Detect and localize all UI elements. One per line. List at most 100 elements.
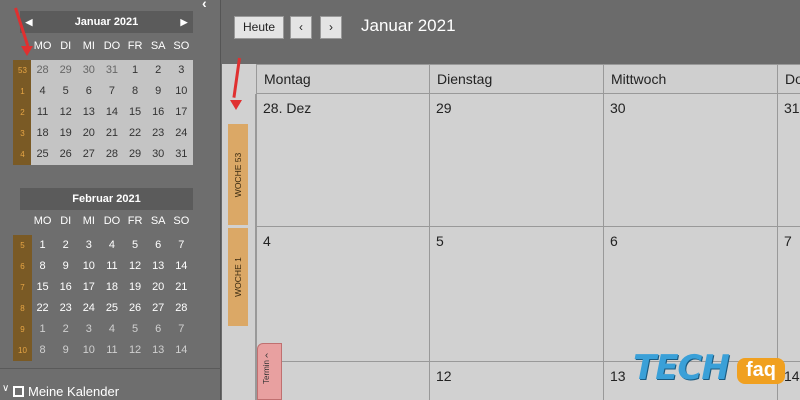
day-cell[interactable]: 29 (429, 94, 603, 227)
day-cell[interactable]: 7 (777, 227, 800, 362)
mini-calendar-day[interactable]: 11 (31, 102, 54, 123)
week-number[interactable]: 9 (13, 319, 32, 340)
mini-calendar-day[interactable]: 2 (147, 60, 170, 81)
mini-calendar-day[interactable]: 31 (100, 60, 123, 81)
mini-calendar-day[interactable]: 18 (100, 277, 123, 298)
mini-calendar-day[interactable]: 7 (100, 81, 123, 102)
mini-calendar-day[interactable]: 11 (100, 340, 123, 361)
mini-calendar-day[interactable]: 22 (124, 123, 147, 144)
today-button[interactable]: Heute (234, 16, 284, 39)
mini-calendar-day[interactable]: 9 (147, 81, 170, 102)
mini-calendar-day[interactable]: 5 (124, 319, 147, 340)
week-number[interactable]: 4 (13, 144, 32, 165)
day-cell[interactable]: 28. Dez (256, 94, 429, 227)
mini-calendar-day[interactable]: 19 (124, 277, 147, 298)
mini-calendar-day[interactable]: 6 (77, 81, 100, 102)
mini-calendar-day[interactable]: 26 (54, 144, 77, 165)
mini-calendar-day[interactable]: 10 (77, 256, 100, 277)
mini-calendar-day[interactable]: 11 (100, 256, 123, 277)
chevron-down-icon[interactable]: ∨ (2, 383, 9, 394)
week-tab[interactable]: WOCHE 1 (228, 228, 248, 326)
mini-calendar-day[interactable]: 30 (147, 144, 170, 165)
mini-calendar-day[interactable]: 8 (31, 256, 54, 277)
mini-calendar-day[interactable]: 3 (77, 235, 100, 256)
mini-calendar-day[interactable]: 16 (54, 277, 77, 298)
mini-calendar-grid-february[interactable]: 1 2 3 4 5 6 7 8 9 10 11 12 13 14 15 16 17 18 19 20 21 22 23 24 2… (31, 235, 193, 361)
mini-calendar-day[interactable]: 21 (100, 123, 123, 144)
day-cell[interactable]: 5 (429, 227, 603, 362)
previous-button[interactable]: ‹ (290, 16, 312, 39)
mini-calendar-day[interactable]: 26 (124, 298, 147, 319)
collapse-pane-icon[interactable]: ‹ (202, 0, 207, 11)
mini-calendar-day[interactable]: 23 (147, 123, 170, 144)
day-cell[interactable]: 30 (603, 94, 777, 227)
next-month-icon[interactable]: ▶ (177, 11, 191, 33)
week-number[interactable]: 7 (13, 277, 32, 298)
week-number[interactable]: 2 (13, 102, 32, 123)
mini-calendar-day[interactable]: 19 (54, 123, 77, 144)
mini-calendar-day[interactable]: 8 (124, 81, 147, 102)
mini-calendar-day[interactable]: 29 (124, 144, 147, 165)
mini-calendar-day[interactable]: 15 (124, 102, 147, 123)
mini-calendar-day[interactable]: 3 (77, 319, 100, 340)
mini-calendar-day[interactable]: 22 (31, 298, 54, 319)
mini-calendar-day[interactable]: 23 (54, 298, 77, 319)
next-button[interactable]: › (320, 16, 342, 39)
mini-calendar-day[interactable]: 17 (77, 277, 100, 298)
mini-calendar-day[interactable]: 6 (147, 235, 170, 256)
mini-calendar-day[interactable]: 29 (54, 60, 77, 81)
mini-calendar-day[interactable]: 20 (77, 123, 100, 144)
mini-calendar-day[interactable]: 31 (170, 144, 193, 165)
mini-calendar-day[interactable]: 8 (31, 340, 54, 361)
mini-calendar-day[interactable]: 27 (77, 144, 100, 165)
mini-calendar-day[interactable]: 4 (100, 319, 123, 340)
mini-calendar-day[interactable]: 4 (31, 81, 54, 102)
mini-calendar-day[interactable]: 27 (147, 298, 170, 319)
mini-calendar-day[interactable]: 10 (170, 81, 193, 102)
checkbox[interactable] (13, 386, 24, 397)
mini-calendar-day[interactable]: 30 (77, 60, 100, 81)
day-cell[interactable]: 31 (777, 94, 800, 227)
week-number[interactable]: 1 (13, 81, 32, 102)
mini-calendar-day[interactable]: 9 (54, 256, 77, 277)
week-number[interactable]: 6 (13, 256, 32, 277)
week-number[interactable]: 5 (13, 235, 32, 256)
week-tab[interactable]: WOCHE 53 (228, 124, 248, 225)
mini-calendar-day[interactable]: 5 (54, 81, 77, 102)
mini-calendar-day[interactable]: 9 (54, 340, 77, 361)
mini-calendar-day[interactable]: 14 (100, 102, 123, 123)
appointment-peek-tab[interactable]: ‹ Termin (257, 343, 282, 400)
week-number[interactable]: 3 (13, 123, 32, 144)
mini-calendar-day[interactable]: 24 (77, 298, 100, 319)
mini-calendar-day[interactable]: 5 (124, 235, 147, 256)
mini-calendar-day[interactable]: 28 (100, 144, 123, 165)
mini-calendar-day[interactable]: 7 (170, 235, 193, 256)
mini-calendar-day[interactable]: 28 (170, 298, 193, 319)
mini-calendar-day[interactable]: 15 (31, 277, 54, 298)
my-calendars-section[interactable]: ∨ Meine Kalender (0, 368, 221, 400)
mini-calendar-day[interactable]: 2 (54, 319, 77, 340)
week-number[interactable]: 10 (13, 340, 32, 361)
mini-calendar-day[interactable]: 14 (170, 340, 193, 361)
mini-calendar-day[interactable]: 4 (100, 235, 123, 256)
mini-calendar-day[interactable]: 6 (147, 319, 170, 340)
mini-calendar-day[interactable]: 12 (124, 340, 147, 361)
mini-calendar-day[interactable]: 24 (170, 123, 193, 144)
mini-calendar-day[interactable]: 13 (147, 340, 170, 361)
week-number[interactable]: 53 (13, 60, 32, 81)
day-cell[interactable]: 4 (256, 227, 429, 362)
mini-calendar-day[interactable]: 10 (77, 340, 100, 361)
mini-calendar-day[interactable]: 13 (77, 102, 100, 123)
mini-calendar-day[interactable]: 3 (170, 60, 193, 81)
mini-calendar-day[interactable]: 1 (31, 235, 54, 256)
mini-calendar-day[interactable]: 25 (31, 144, 54, 165)
week-number[interactable]: 8 (13, 298, 32, 319)
mini-calendar-day[interactable]: 1 (31, 319, 54, 340)
mini-calendar-day[interactable]: 25 (100, 298, 123, 319)
mini-calendar-day[interactable]: 28 (31, 60, 54, 81)
day-cell[interactable]: 6 (603, 227, 777, 362)
mini-calendar-day[interactable]: 7 (170, 319, 193, 340)
mini-calendar-day[interactable]: 20 (147, 277, 170, 298)
mini-calendar-day[interactable]: 18 (31, 123, 54, 144)
mini-calendar-day[interactable]: 21 (170, 277, 193, 298)
